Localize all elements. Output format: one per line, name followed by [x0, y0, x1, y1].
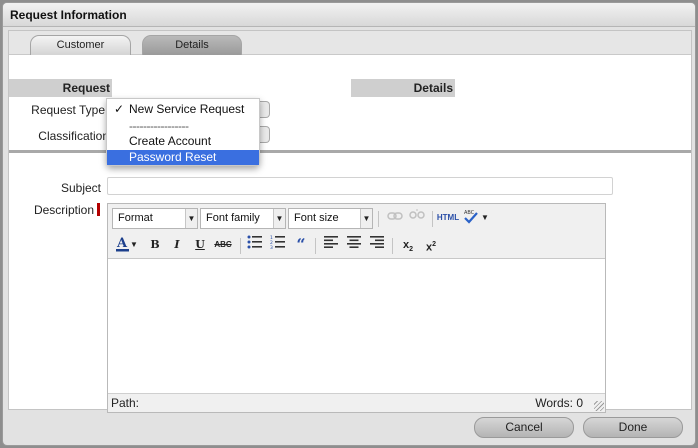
- svg-text:3: 3: [270, 245, 273, 249]
- blockquote-icon[interactable]: “: [291, 235, 311, 255]
- word-count: Words: 0: [535, 396, 583, 410]
- tab-customer[interactable]: Customer: [30, 35, 131, 55]
- align-center-icon[interactable]: [344, 235, 364, 255]
- request-type-select[interactable]: [260, 101, 270, 118]
- chevron-down-icon: ▼: [185, 209, 197, 228]
- dropdown-item-new-service-request[interactable]: ✓ New Service Request: [107, 102, 259, 117]
- path-label: Path:: [111, 396, 140, 410]
- toolbar-separator: [392, 238, 393, 254]
- dropdown-item-label: New Service Request: [129, 102, 245, 116]
- section-header-details: Details: [351, 79, 455, 97]
- request-information-window: Request Information Customer Details Req…: [2, 2, 696, 446]
- done-button[interactable]: Done: [583, 417, 683, 438]
- font-size-select[interactable]: Font size ▼: [288, 208, 373, 229]
- align-left-icon[interactable]: [321, 235, 341, 255]
- toolbar-separator: [240, 238, 241, 254]
- description-editor: Format ▼ Font family ▼ Font size ▼ HTML …: [107, 203, 606, 413]
- chevron-down-icon[interactable]: ▼: [480, 208, 490, 228]
- bullet-list-icon[interactable]: [245, 235, 265, 255]
- toolbar-separator: [432, 211, 433, 227]
- dropdown-item-password-reset[interactable]: Password Reset: [107, 150, 259, 165]
- editor-status-bar: Path: Words: 0: [108, 393, 605, 412]
- svg-text:ABC: ABC: [464, 210, 475, 216]
- svg-text:A: A: [116, 236, 128, 251]
- format-select[interactable]: Format ▼: [112, 208, 198, 229]
- italic-icon[interactable]: I: [167, 235, 187, 255]
- html-source-button[interactable]: HTML: [436, 208, 460, 228]
- unlink-icon[interactable]: [407, 208, 427, 228]
- description-text-area[interactable]: [108, 259, 605, 393]
- numbered-list-icon[interactable]: 123: [268, 235, 288, 255]
- cancel-button[interactable]: Cancel: [474, 417, 574, 438]
- subject-input[interactable]: [107, 177, 613, 195]
- bold-icon[interactable]: B: [145, 235, 165, 255]
- title-bar: Request Information: [3, 3, 695, 27]
- classification-label: Classification: [38, 129, 109, 143]
- toolbar-separator: [378, 211, 379, 227]
- dropdown-item-create-account[interactable]: Create Account: [107, 134, 259, 149]
- font-family-select[interactable]: Font family ▼: [200, 208, 286, 229]
- strikethrough-icon[interactable]: ABC: [213, 235, 233, 255]
- request-type-label: Request Type: [31, 103, 105, 117]
- section-header-request: Request: [9, 79, 112, 97]
- subject-label: Subject: [60, 181, 101, 195]
- underline-icon[interactable]: U: [190, 235, 210, 255]
- content-panel: Customer Details Request Details Request…: [8, 30, 692, 413]
- tab-strip: Customer Details: [9, 31, 691, 55]
- spellcheck-icon[interactable]: ABC: [461, 208, 481, 228]
- subscript-icon[interactable]: x2: [398, 235, 418, 255]
- superscript-icon[interactable]: x2: [421, 235, 441, 255]
- window-title: Request Information: [10, 8, 127, 22]
- editor-toolbar: Format ▼ Font family ▼ Font size ▼ HTML …: [108, 204, 605, 259]
- chevron-down-icon: ▼: [360, 209, 372, 228]
- format-select-label: Format: [118, 212, 153, 224]
- link-icon[interactable]: [385, 208, 405, 228]
- toolbar-separator: [315, 238, 316, 254]
- checkmark-icon: ✓: [114, 102, 125, 116]
- font-family-select-label: Font family: [206, 212, 260, 224]
- dropdown-separator: -----------------: [129, 119, 189, 133]
- chevron-down-icon: ▼: [273, 209, 285, 228]
- tab-details[interactable]: Details: [142, 35, 242, 55]
- request-type-dropdown: ✓ New Service Request ----------------- …: [106, 98, 260, 166]
- resize-grip-icon[interactable]: [594, 401, 604, 411]
- description-label: Description: [33, 203, 94, 217]
- classification-select[interactable]: [260, 126, 270, 143]
- chevron-down-icon[interactable]: ▼: [129, 235, 139, 255]
- font-size-select-label: Font size: [294, 212, 339, 224]
- align-right-icon[interactable]: [367, 235, 387, 255]
- required-marker: [97, 203, 100, 216]
